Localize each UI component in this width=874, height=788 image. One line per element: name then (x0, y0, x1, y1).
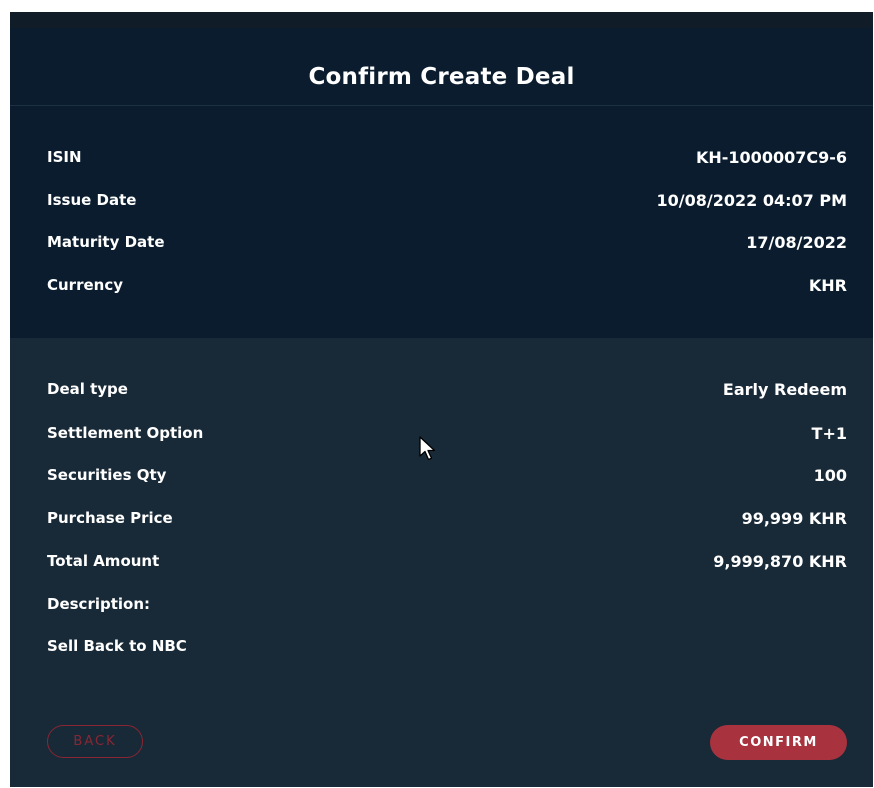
dialog-top-bar (10, 12, 873, 28)
mouse-pointer-icon (419, 436, 436, 461)
info-label: ISIN (47, 148, 82, 166)
info-row-maturity-date: Maturity Date 17/08/2022 (47, 231, 847, 253)
description-text: Sell Back to NBC (47, 637, 187, 655)
deal-value: T+1 (811, 423, 847, 443)
deal-value: 100 (813, 465, 847, 485)
info-value: KH-1000007C9-6 (695, 147, 847, 167)
dialog-header: Confirm Create Deal (10, 28, 873, 106)
deal-row-securities-qty: Securities Qty 100 (47, 464, 847, 486)
dialog-title: Confirm Create Deal (308, 64, 575, 90)
description-label: Description: (47, 595, 151, 613)
info-label: Maturity Date (47, 233, 165, 251)
deal-row-purchase-price: Purchase Price 99,999 KHR (47, 507, 847, 529)
info-value: 10/08/2022 04:07 PM (656, 190, 847, 210)
info-label: Currency (47, 276, 124, 294)
deal-value: 99,999 KHR (741, 508, 847, 528)
deal-row-settlement-option: Settlement Option T+1 (47, 422, 847, 444)
info-row-currency: Currency KHR (47, 274, 847, 296)
deal-value: Early Redeem (722, 379, 847, 399)
info-label: Issue Date (47, 191, 137, 209)
info-value: 17/08/2022 (746, 232, 847, 252)
deal-label: Total Amount (47, 552, 160, 570)
info-row-issue-date: Issue Date 10/08/2022 04:07 PM (47, 189, 847, 211)
deal-row-deal-type: Deal type Early Redeem (47, 378, 847, 400)
info-row-isin: ISIN KH-1000007C9-6 (47, 146, 847, 168)
deal-value: 9,999,870 KHR (713, 551, 847, 571)
deal-label: Securities Qty (47, 466, 167, 484)
deal-row-total-amount: Total Amount 9,999,870 KHR (47, 550, 847, 572)
deal-label: Deal type (47, 380, 128, 398)
deal-label: Settlement Option (47, 424, 204, 442)
back-button[interactable]: BACK (47, 725, 143, 758)
confirm-button[interactable]: CONFIRM (710, 725, 847, 760)
security-info-section (10, 106, 873, 338)
deal-label: Purchase Price (47, 509, 173, 527)
info-value: KHR (808, 275, 847, 295)
confirm-deal-dialog: Confirm Create Deal ISIN KH-1000007C9-6 … (10, 12, 873, 787)
